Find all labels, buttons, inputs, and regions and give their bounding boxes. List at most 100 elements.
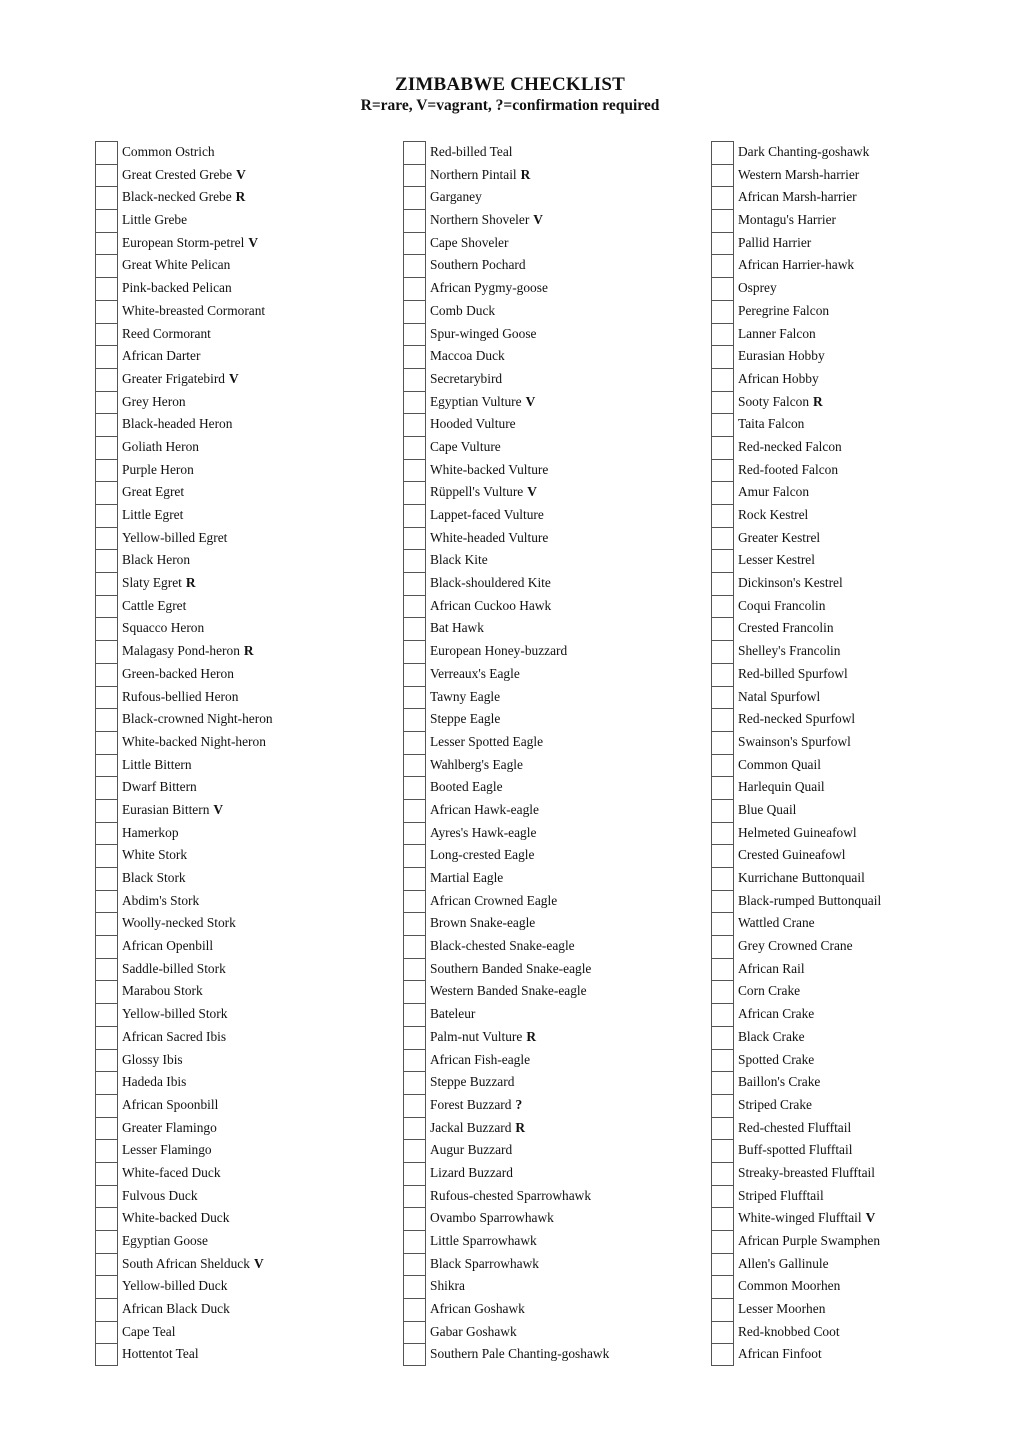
checkbox[interactable] [711, 685, 734, 709]
checkbox[interactable] [711, 1116, 734, 1140]
checkbox[interactable] [711, 345, 734, 368]
checkbox[interactable] [95, 1320, 118, 1344]
checkbox[interactable] [403, 957, 426, 981]
checkbox[interactable] [95, 662, 118, 686]
checkbox[interactable] [95, 141, 118, 164]
checkbox[interactable] [711, 708, 734, 731]
checkbox[interactable] [95, 617, 118, 641]
checkbox[interactable] [95, 640, 118, 663]
checkbox[interactable] [711, 1320, 734, 1344]
checkbox[interactable] [403, 617, 426, 641]
checkbox[interactable] [95, 1184, 118, 1208]
checkbox[interactable] [403, 163, 426, 187]
checkbox[interactable] [403, 1230, 426, 1253]
checkbox[interactable] [403, 730, 426, 754]
checkbox[interactable] [711, 1207, 734, 1230]
checkbox[interactable] [403, 821, 426, 845]
checkbox[interactable] [403, 299, 426, 323]
checkbox[interactable] [403, 1320, 426, 1344]
checkbox[interactable] [403, 1298, 426, 1321]
checkbox[interactable] [95, 549, 118, 573]
checkbox[interactable] [95, 254, 118, 278]
checkbox[interactable] [711, 798, 734, 822]
checkbox[interactable] [95, 980, 118, 1004]
checkbox[interactable] [95, 413, 118, 436]
checkbox[interactable] [711, 549, 734, 573]
checkbox[interactable] [711, 526, 734, 550]
checkbox[interactable] [95, 1252, 118, 1276]
checkbox[interactable] [95, 867, 118, 890]
checkbox[interactable] [403, 753, 426, 777]
checkbox[interactable] [403, 481, 426, 504]
checkbox[interactable] [95, 1025, 118, 1049]
checkbox[interactable] [711, 481, 734, 504]
checkbox[interactable] [403, 458, 426, 482]
checkbox[interactable] [403, 231, 426, 255]
checkbox[interactable] [403, 685, 426, 709]
checkbox[interactable] [95, 594, 118, 618]
checkbox[interactable] [403, 1003, 426, 1026]
checkbox[interactable] [403, 1184, 426, 1208]
checkbox[interactable] [711, 209, 734, 232]
checkbox[interactable] [403, 435, 426, 459]
checkbox[interactable] [95, 708, 118, 731]
checkbox[interactable] [95, 1071, 118, 1094]
checkbox[interactable] [95, 435, 118, 459]
checkbox[interactable] [95, 685, 118, 709]
checkbox[interactable] [403, 889, 426, 913]
checkbox[interactable] [711, 231, 734, 255]
checkbox[interactable] [95, 481, 118, 504]
checkbox[interactable] [403, 186, 426, 210]
checkbox[interactable] [711, 1003, 734, 1026]
checkbox[interactable] [403, 1025, 426, 1049]
checkbox[interactable] [95, 1003, 118, 1026]
checkbox[interactable] [711, 957, 734, 981]
checkbox[interactable] [711, 730, 734, 754]
checkbox[interactable] [403, 935, 426, 958]
checkbox[interactable] [95, 798, 118, 822]
checkbox[interactable] [95, 299, 118, 323]
checkbox[interactable] [711, 867, 734, 890]
checkbox[interactable] [95, 1093, 118, 1117]
checkbox[interactable] [95, 844, 118, 867]
checkbox[interactable] [711, 367, 734, 391]
checkbox[interactable] [711, 458, 734, 482]
checkbox[interactable] [403, 867, 426, 890]
checkbox[interactable] [403, 640, 426, 663]
checkbox[interactable] [711, 435, 734, 459]
checkbox[interactable] [95, 935, 118, 958]
checkbox[interactable] [711, 640, 734, 663]
checkbox[interactable] [711, 662, 734, 686]
checkbox[interactable] [403, 209, 426, 232]
checkbox[interactable] [711, 163, 734, 187]
checkbox[interactable] [711, 617, 734, 641]
checkbox[interactable] [711, 935, 734, 958]
checkbox[interactable] [403, 798, 426, 822]
checkbox[interactable] [403, 322, 426, 346]
checkbox[interactable] [95, 1161, 118, 1185]
checkbox[interactable] [711, 821, 734, 845]
checkbox[interactable] [711, 277, 734, 300]
checkbox[interactable] [403, 141, 426, 164]
checkbox[interactable] [711, 912, 734, 936]
checkbox[interactable] [711, 186, 734, 210]
checkbox[interactable] [711, 1093, 734, 1117]
checkbox[interactable] [403, 594, 426, 618]
checkbox[interactable] [95, 1343, 118, 1367]
checkbox[interactable] [95, 821, 118, 845]
checkbox[interactable] [711, 413, 734, 436]
checkbox[interactable] [95, 1139, 118, 1162]
checkbox[interactable] [711, 1025, 734, 1049]
checkbox[interactable] [711, 1161, 734, 1185]
checkbox[interactable] [403, 662, 426, 686]
checkbox[interactable] [403, 254, 426, 278]
checkbox[interactable] [711, 504, 734, 527]
checkbox[interactable] [403, 912, 426, 936]
checkbox[interactable] [95, 1298, 118, 1321]
checkbox[interactable] [95, 753, 118, 777]
checkbox[interactable] [95, 776, 118, 799]
checkbox[interactable] [403, 1116, 426, 1140]
checkbox[interactable] [403, 1139, 426, 1162]
checkbox[interactable] [403, 413, 426, 436]
checkbox[interactable] [95, 572, 118, 595]
